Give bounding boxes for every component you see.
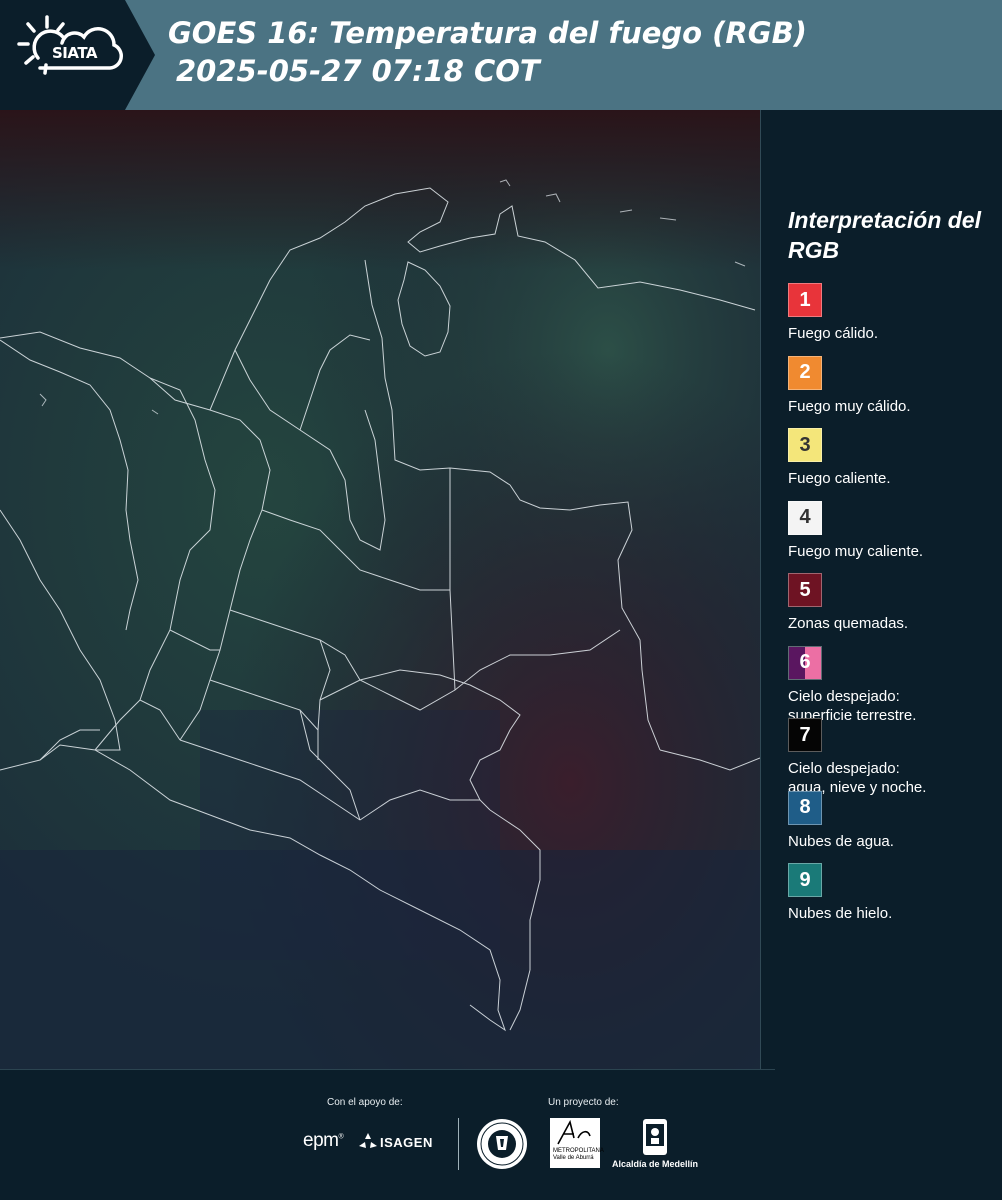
legend-item-9: 9 Nubes de hielo. xyxy=(788,863,998,923)
satellite-map[interactable] xyxy=(0,110,760,1070)
legend-label: Nubes de agua. xyxy=(788,832,894,850)
university-seal-icon xyxy=(477,1119,527,1169)
timestamp: 2025-05-27 07:18 COT xyxy=(176,54,540,88)
legend-item-5: 5 Zonas quemadas. xyxy=(788,573,998,633)
legend-number: 2 xyxy=(799,361,811,383)
legend-swatch-5: 5 xyxy=(788,573,822,607)
legend-label: Zonas quemadas. xyxy=(788,615,909,632)
legend-panel: Interpretación del RGB xyxy=(788,205,993,275)
legend-number: 8 xyxy=(799,796,811,818)
siata-logo-text: SIATA xyxy=(52,44,98,62)
siata-logo: SIATA xyxy=(0,0,155,110)
legend-swatch-4: 4 xyxy=(788,500,822,535)
legend-swatch-9: 9 xyxy=(788,863,822,897)
footer-separator xyxy=(458,1118,459,1170)
area-metropolitana-text: METROPOLITANA Valle de Aburrá xyxy=(553,1148,604,1161)
legend-swatch-2: 2 xyxy=(788,355,822,390)
project-label: Un proyecto de: xyxy=(548,1097,619,1108)
legend-swatch-7: 7 xyxy=(788,718,822,752)
legend-label: Fuego muy cálido. xyxy=(788,397,911,415)
legend-number: 4 xyxy=(799,506,811,528)
legend-number: 7 xyxy=(799,723,811,746)
isagen-logo: ISAGEN xyxy=(380,1135,433,1150)
legend-item-4: 4 Fuego muy caliente. xyxy=(788,500,998,561)
legend-title: Interpretación del RGB xyxy=(788,207,981,263)
legend-item-7: 7 Cielo despejado: agua, nieve y noche. xyxy=(788,718,998,797)
legend-number: 9 xyxy=(799,868,811,891)
isagen-logo-icon xyxy=(359,1133,377,1148)
legend-label: Fuego cálido. xyxy=(788,325,879,342)
map-divider xyxy=(760,110,761,1070)
legend-swatch-6: 6 xyxy=(788,645,822,680)
area-metropolitana-icon xyxy=(557,1119,591,1145)
epm-logo-text: epm xyxy=(303,1130,339,1151)
header-bar: SIATA GOES 16: Temperatura del fuego (RG… xyxy=(0,0,1002,110)
page-title: GOES 16: Temperatura del fuego (RGB) xyxy=(168,16,807,50)
support-label: Con el apoyo de: xyxy=(327,1097,403,1108)
legend-item-3: 3 Fuego caliente. xyxy=(788,428,998,488)
alcaldia-medellin-text: Alcaldía de Medellín xyxy=(612,1159,699,1169)
legend-number: 6 xyxy=(799,651,811,673)
legend-item-6: 6 Cielo despejado: superficie terrestre. xyxy=(788,645,998,725)
legend-swatch-3: 3 xyxy=(788,428,822,462)
medellin-shield-icon xyxy=(643,1119,667,1155)
legend-number: 3 xyxy=(799,433,811,456)
legend-label: Fuego caliente. xyxy=(788,470,891,487)
legend-number: 5 xyxy=(799,578,811,601)
legend-label: Nubes de hielo. xyxy=(788,905,893,922)
legend-item-1: 1 Fuego cálido. xyxy=(788,283,998,343)
satellite-map-image xyxy=(0,110,760,1070)
epm-logo: epm® xyxy=(303,1130,344,1151)
legend-item-8: 8 Nubes de agua. xyxy=(788,790,998,851)
legend-swatch-1: 1 xyxy=(788,283,822,317)
legend-item-2: 2 Fuego muy cálido. xyxy=(788,355,998,416)
legend-label: Fuego muy caliente. xyxy=(788,542,924,560)
legend-swatch-8: 8 xyxy=(788,790,822,825)
legend-number: 1 xyxy=(799,288,811,311)
